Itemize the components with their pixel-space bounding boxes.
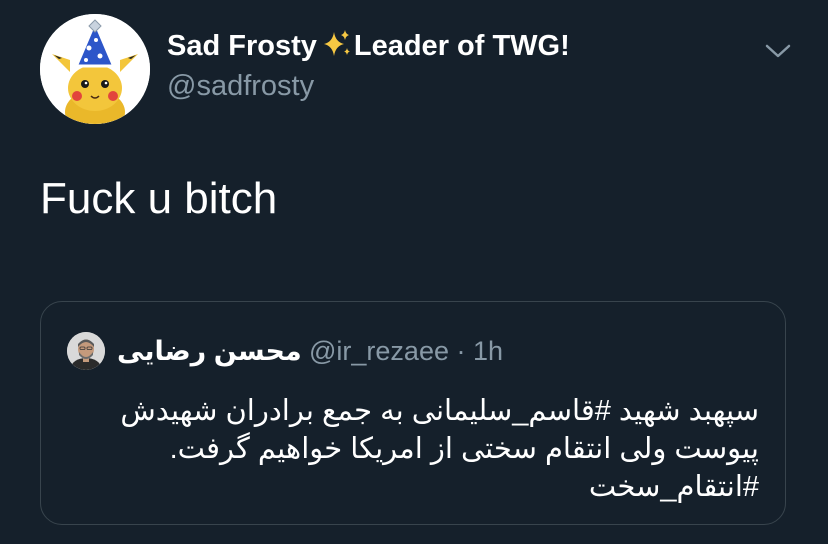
- chevron-down-icon: [765, 44, 791, 58]
- quoted-tweet-text: سپهبد شهید #قاسم_سلیمانی به جمع برادران …: [79, 392, 759, 506]
- quoted-author-avatar[interactable]: [67, 332, 105, 370]
- quoted-hashtag[interactable]: #انتقام_سخت: [79, 468, 759, 506]
- quoted-tweet-card[interactable]: محسن رضایی @ir_rezaee · 1h سپهبد شهید #ق…: [40, 301, 786, 525]
- quoted-text-line: سپهبد شهید #قاسم_سلیمانی به جمع برادران …: [120, 395, 759, 427]
- quoted-tweet-meta: @ir_rezaee · 1h: [309, 333, 503, 369]
- meta-separator: ·: [448, 336, 473, 366]
- sparkles-icon: [320, 29, 352, 68]
- author-handle[interactable]: @sadfrosty: [167, 68, 314, 104]
- tweet-options-button[interactable]: [762, 38, 794, 62]
- author-avatar[interactable]: [40, 14, 150, 124]
- tweet-text: Fuck u bitch: [40, 174, 278, 223]
- person-photo-icon: [67, 332, 105, 370]
- quoted-author-handle[interactable]: @ir_rezaee: [309, 336, 449, 366]
- quoted-author-name[interactable]: محسن رضایی: [117, 333, 302, 369]
- author-display-name[interactable]: Sad Frosty Leader of TWG!: [167, 28, 570, 68]
- quoted-text-line: پیوست ولی انتقام سختی از امریکا خواهیم گ…: [169, 433, 759, 465]
- display-name-text: Sad Frosty: [167, 30, 317, 62]
- pikachu-avatar-icon: [40, 14, 150, 124]
- display-name-suffix: Leader of TWG!: [353, 30, 570, 62]
- quoted-tweet-time[interactable]: 1h: [473, 336, 503, 366]
